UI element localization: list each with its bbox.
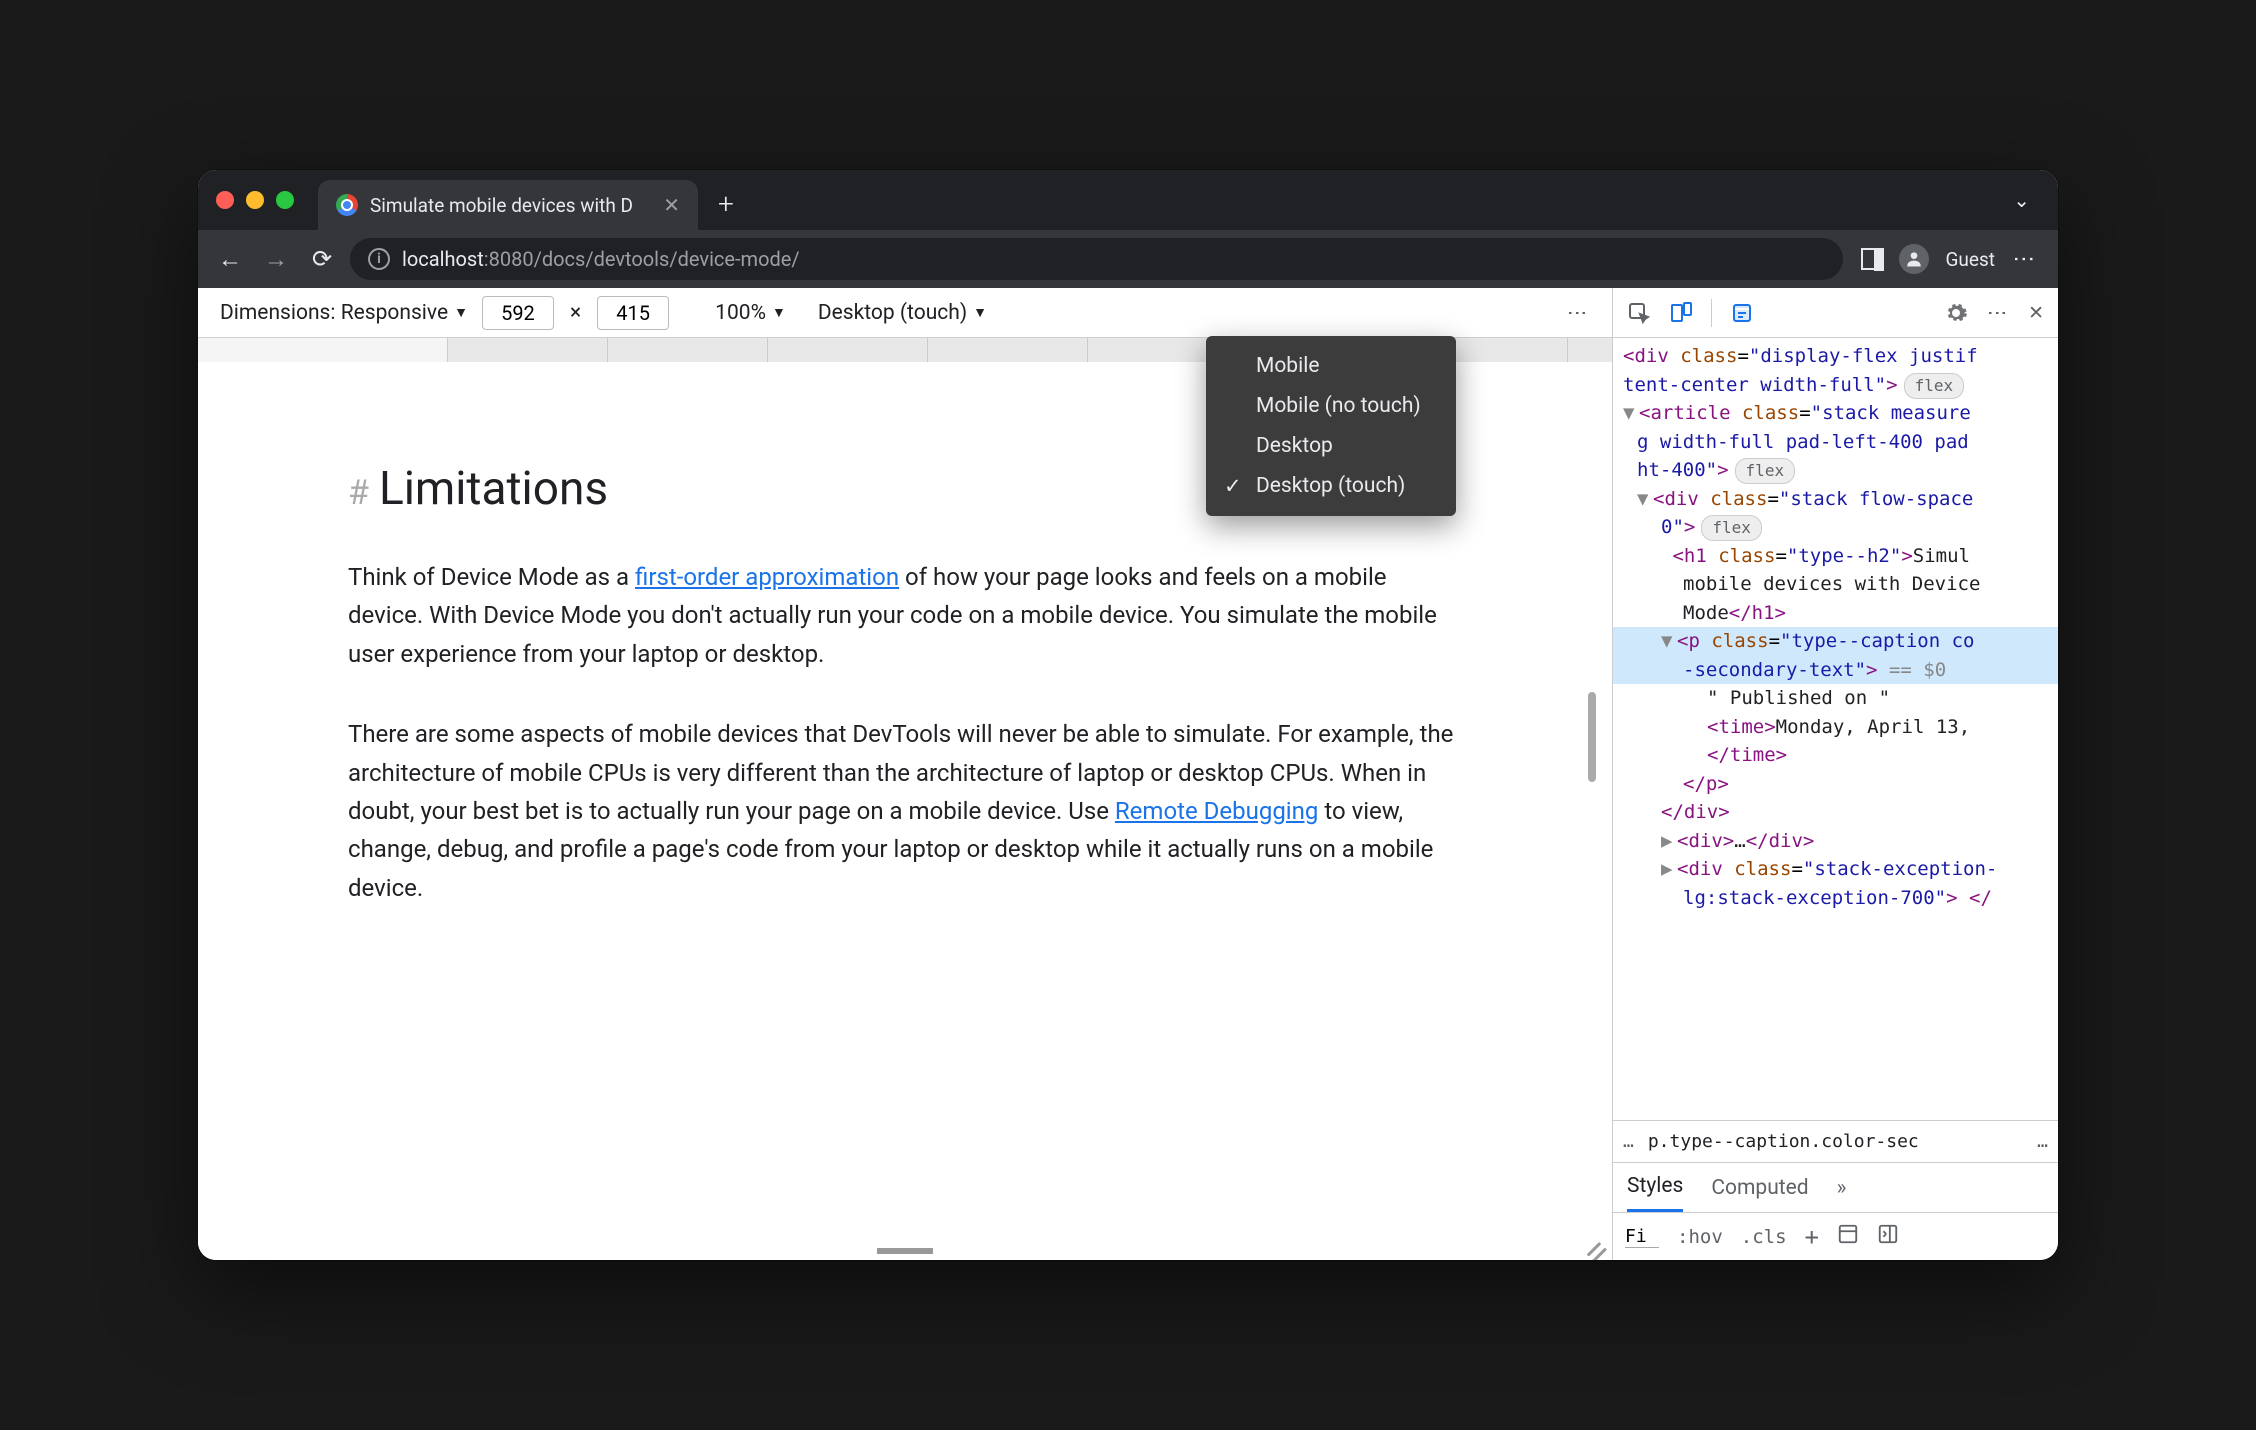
- page-heading: Limitations: [379, 462, 608, 516]
- site-info-icon[interactable]: i: [368, 248, 390, 270]
- new-style-rule-button[interactable]: +: [1805, 1223, 1819, 1251]
- height-input[interactable]: [597, 296, 669, 330]
- menu-item-desktop-touch[interactable]: Desktop (touch): [1206, 466, 1456, 506]
- back-button[interactable]: ←: [212, 245, 248, 274]
- maximize-window-button[interactable]: [276, 191, 294, 209]
- first-order-approximation-link[interactable]: first-order approximation: [635, 563, 899, 591]
- tab-overflow[interactable]: »: [1837, 1176, 1847, 1200]
- hov-toggle[interactable]: :hov: [1677, 1226, 1723, 1248]
- device-type-dropdown[interactable]: Desktop (touch)▼: [818, 301, 987, 325]
- toggle-device-toolbar-icon[interactable]: [1669, 301, 1693, 325]
- inspect-element-icon[interactable]: [1627, 301, 1651, 325]
- styles-action-bar: :hov .cls +: [1613, 1212, 2058, 1260]
- devtools-toolbar: ⋮ ✕: [1613, 288, 2058, 338]
- omnibox[interactable]: i localhost:8080/docs/devtools/device-mo…: [350, 238, 1843, 280]
- styles-filter-input[interactable]: [1625, 1226, 1659, 1248]
- menu-item-mobile[interactable]: Mobile: [1206, 346, 1456, 386]
- toggle-sidebar-icon[interactable]: [1877, 1223, 1899, 1250]
- computed-styles-icon[interactable]: [1837, 1223, 1859, 1250]
- width-input[interactable]: [482, 296, 554, 330]
- titlebar: Simulate mobile devices with D ✕ + ⌄: [198, 170, 2058, 230]
- tab-title: Simulate mobile devices with D: [370, 194, 633, 217]
- styles-tabstrip: Styles Computed »: [1613, 1162, 2058, 1212]
- reload-button[interactable]: ⟳: [304, 245, 340, 273]
- browser-tab[interactable]: Simulate mobile devices with D ✕: [318, 180, 698, 230]
- heading-anchor-hash[interactable]: #: [348, 473, 369, 513]
- paragraph-1: Think of Device Mode as a first-order ap…: [348, 558, 1462, 673]
- tab-computed[interactable]: Computed: [1711, 1176, 1808, 1200]
- close-window-button[interactable]: [216, 191, 234, 209]
- new-tab-button[interactable]: +: [718, 187, 734, 220]
- device-type-menu: Mobile Mobile (no touch) Desktop Desktop…: [1206, 336, 1456, 516]
- devtools-panel: ⋮ ✕ <div class="display-flex justif tent…: [1612, 288, 2058, 1260]
- url-text: localhost:8080/docs/devtools/device-mode…: [402, 247, 800, 271]
- zoom-dropdown[interactable]: 100%▼: [715, 301, 786, 325]
- tab-styles[interactable]: Styles: [1627, 1163, 1683, 1212]
- remote-debugging-link[interactable]: Remote Debugging: [1115, 797, 1318, 825]
- browser-window: Simulate mobile devices with D ✕ + ⌄ ← →…: [198, 170, 2058, 1260]
- cls-toggle[interactable]: .cls: [1741, 1226, 1787, 1248]
- menu-item-mobile-no-touch[interactable]: Mobile (no touch): [1206, 386, 1456, 426]
- tab-close-button[interactable]: ✕: [663, 193, 680, 217]
- device-mode-pane: Dimensions: Responsive▼ × 100%▼ Desktop …: [198, 288, 1612, 1260]
- profile-label[interactable]: Guest: [1945, 248, 1995, 271]
- device-toolbar-more-button[interactable]: ⋮: [1566, 303, 1590, 323]
- resize-handle-corner[interactable]: [1578, 1226, 1606, 1254]
- device-toolbar: Dimensions: Responsive▼ × 100%▼ Desktop …: [198, 288, 1612, 338]
- breadcrumb-selected[interactable]: p.type--caption.color-sec: [1648, 1131, 1919, 1152]
- paragraph-2: There are some aspects of mobile devices…: [348, 715, 1462, 907]
- forward-button[interactable]: →: [258, 245, 294, 274]
- menu-item-desktop[interactable]: Desktop: [1206, 426, 1456, 466]
- elements-dom-tree[interactable]: <div class="display-flex justif tent-cen…: [1613, 338, 2058, 1120]
- profile-avatar-icon[interactable]: [1899, 244, 1929, 274]
- chrome-menu-button[interactable]: ⋮: [2011, 248, 2036, 270]
- tab-list-button[interactable]: ⌄: [2013, 188, 2040, 212]
- scrollbar-thumb[interactable]: [1588, 692, 1596, 782]
- devtools-more-button[interactable]: ⋮: [1986, 303, 2010, 323]
- settings-gear-icon[interactable]: [1944, 301, 1968, 325]
- toolbar-right: Guest ⋮: [1853, 244, 2044, 274]
- breadcrumb-bar[interactable]: … p.type--caption.color-sec …: [1613, 1120, 2058, 1162]
- elements-tab-icon[interactable]: [1730, 301, 1754, 325]
- dimensions-dropdown[interactable]: Dimensions: Responsive▼: [220, 301, 468, 325]
- chrome-icon: [336, 194, 358, 216]
- breadcrumb-overflow-left[interactable]: …: [1623, 1131, 1634, 1152]
- side-panel-icon[interactable]: [1861, 248, 1883, 270]
- dimension-separator: ×: [570, 301, 581, 325]
- devtools-close-button[interactable]: ✕: [2028, 301, 2044, 324]
- resize-handle-bottom[interactable]: [877, 1248, 933, 1254]
- minimize-window-button[interactable]: [246, 191, 264, 209]
- window-controls: [216, 191, 294, 209]
- address-bar-row: ← → ⟳ i localhost:8080/docs/devtools/dev…: [198, 230, 2058, 288]
- breadcrumb-overflow-right[interactable]: …: [2037, 1131, 2048, 1152]
